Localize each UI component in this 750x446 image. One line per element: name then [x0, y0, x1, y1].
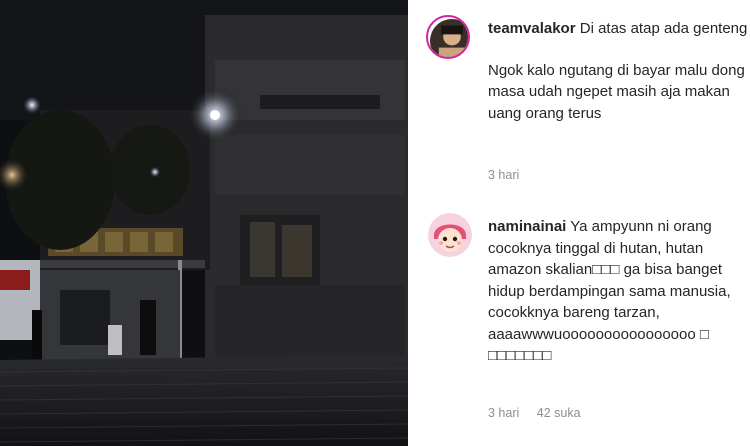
comment-timestamp[interactable]: 3 hari	[488, 406, 519, 420]
comment-item: naminainai Ya ampyunn ni orang cocoknya …	[408, 205, 750, 446]
comment-item: teamvalakor Di atas atap ada genteng Ngo…	[408, 0, 750, 200]
night-building-scene	[0, 0, 408, 446]
comment-text-continued: aaaawwwuoooooooooooooooo □ □□□□□□□	[488, 325, 709, 365]
comment-meta: 3 hari	[488, 168, 533, 182]
comment-text: Di atas atap ada genteng	[579, 20, 748, 37]
comment-likes-count[interactable]: 42 suka	[537, 406, 581, 420]
comment-meta: 3 hari 42 suka	[488, 406, 595, 420]
comment-username[interactable]: teamvalakor	[488, 20, 576, 37]
comment-username[interactable]: naminainai	[488, 218, 566, 235]
comment-text-continued: Ngok kalo ngutang di bayar malu dong mas…	[488, 61, 745, 122]
comment-body: teamvalakor Di atas atap ada genteng Ngo…	[488, 18, 750, 124]
comment-timestamp[interactable]: 3 hari	[488, 168, 519, 182]
profile-photo-icon[interactable]	[426, 15, 470, 59]
comments-panel: teamvalakor Di atas atap ada genteng Ngo…	[408, 0, 750, 446]
comment-body: naminainai Ya ampyunn ni orang cocoknya …	[488, 216, 750, 367]
video-frame[interactable]	[0, 0, 408, 446]
cartoon-girl-avatar-icon[interactable]	[428, 213, 472, 257]
